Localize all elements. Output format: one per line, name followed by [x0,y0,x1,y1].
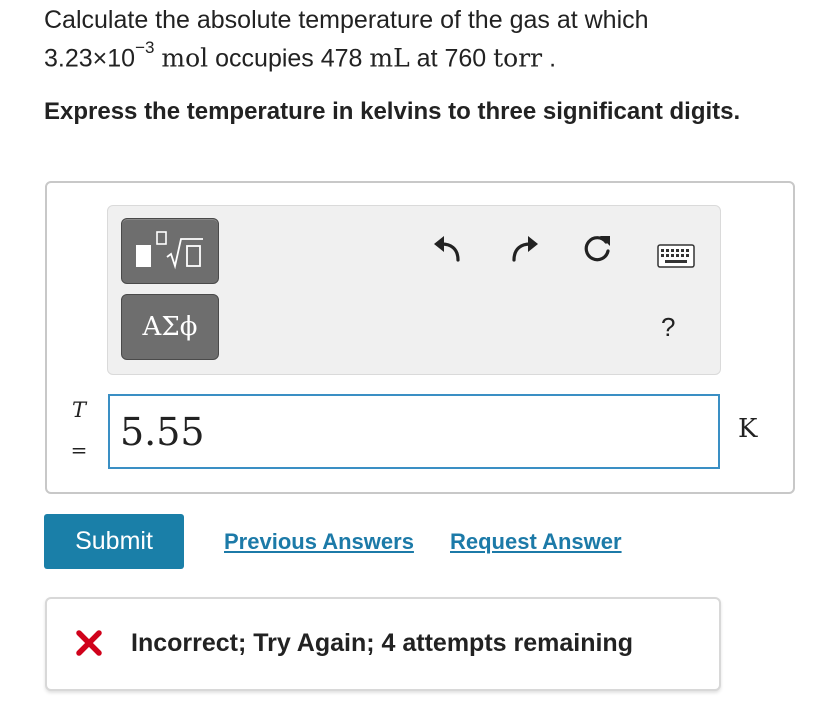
previous-answers-link[interactable]: Previous Answers [224,529,414,555]
feedback-message: Incorrect; Try Again; 4 attempts remaini… [131,629,633,657]
greek-symbols-button[interactable]: ΑΣϕ [121,294,219,360]
question-text-line1: Calculate the absolute temperature of th… [44,6,649,34]
submit-button[interactable]: Submit [44,514,184,569]
question-text-line2: 3.23×10−3 mol occupies 478 mL at 760 tor… [44,38,557,73]
help-button[interactable]: ? [661,312,675,343]
answer-input[interactable]: 5.55 [108,394,720,469]
torr-unit: torr [493,43,543,73]
period: . [542,44,557,73]
redo-icon[interactable] [508,234,542,264]
variable-label: T [71,398,86,422]
equals-sign: = [70,438,88,462]
request-answer-link[interactable]: Request Answer [450,529,622,555]
instruction-text: Express the temperature in kelvins to th… [44,98,741,125]
templates-icon [136,231,203,270]
undo-icon[interactable] [430,234,464,264]
templates-button[interactable] [121,218,219,284]
keyboard-icon[interactable] [657,244,695,268]
mol-unit: mol [161,43,209,73]
at-text: at 760 [409,44,494,73]
reset-icon[interactable] [580,232,614,266]
incorrect-x-icon [76,630,102,656]
ml-unit: mL [369,43,410,73]
amount-exponent: −3 [135,38,155,57]
occupies-text: occupies 478 [208,44,370,73]
amount-value: 3.23×10 [44,44,136,73]
unit-label: K [738,414,758,444]
